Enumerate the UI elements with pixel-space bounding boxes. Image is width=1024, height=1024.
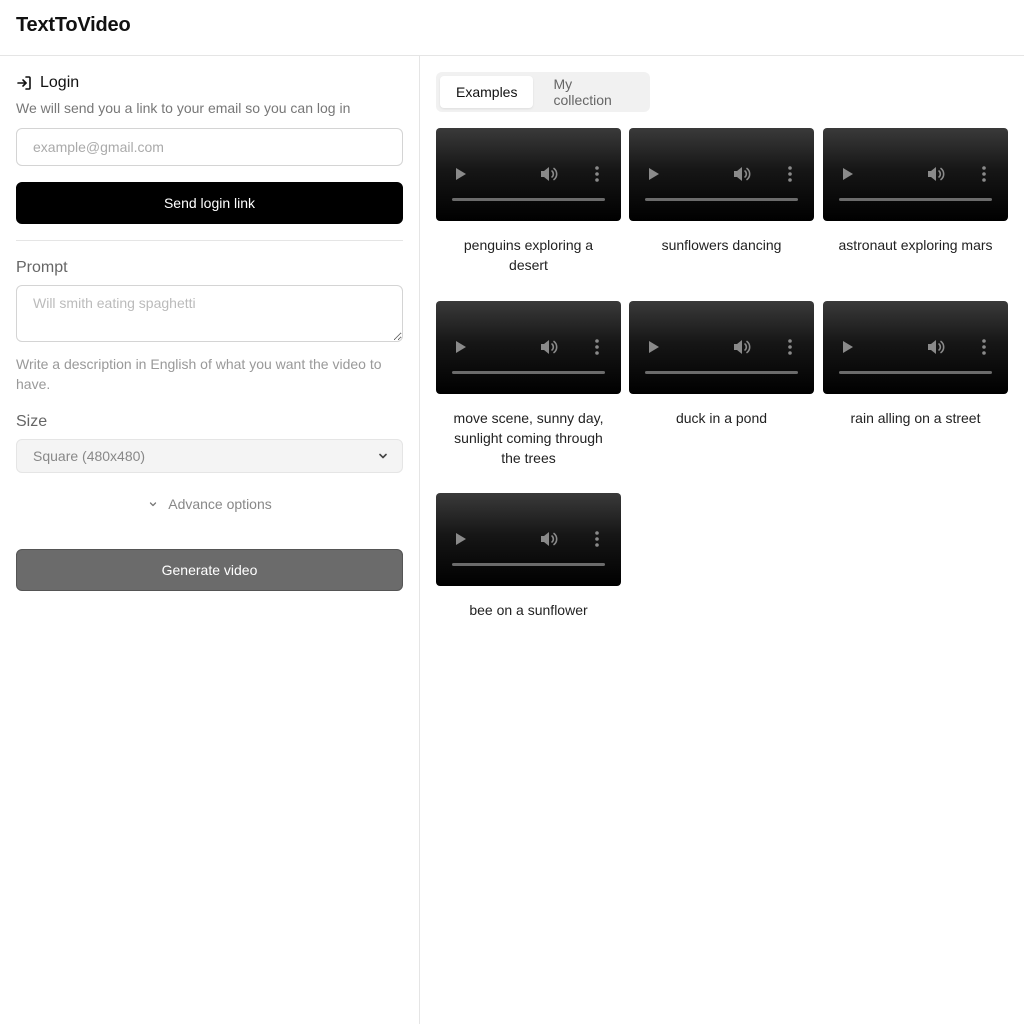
video-player[interactable] — [629, 128, 814, 221]
login-header: Login — [16, 74, 79, 92]
size-select[interactable]: Square (480x480) — [16, 439, 403, 473]
size-label: Size — [16, 413, 48, 430]
more-options-icon[interactable] — [787, 339, 793, 355]
video-progress-bar[interactable] — [839, 198, 992, 201]
more-options-icon[interactable] — [787, 166, 793, 182]
video-progress-bar[interactable] — [839, 371, 992, 374]
video-player[interactable] — [436, 493, 621, 586]
generate-video-button[interactable]: Generate video — [16, 549, 403, 591]
video-card: bee on a sunflower — [436, 493, 621, 620]
prompt-label: Prompt — [16, 259, 68, 276]
play-icon[interactable] — [456, 341, 466, 353]
more-options-icon[interactable] — [594, 531, 600, 547]
video-player[interactable] — [629, 301, 814, 394]
divider — [16, 240, 403, 241]
play-icon[interactable] — [649, 341, 659, 353]
video-caption: bee on a sunflower — [469, 602, 588, 618]
video-caption: penguins exploring a desert — [463, 237, 594, 273]
video-progress-bar[interactable] — [452, 371, 605, 374]
play-icon[interactable] — [649, 168, 659, 180]
video-progress-bar[interactable] — [452, 198, 605, 201]
volume-icon[interactable] — [927, 166, 945, 182]
video-player[interactable] — [823, 301, 1008, 394]
video-card: astronaut exploring mars — [823, 128, 1008, 255]
video-caption: sunflowers dancing — [661, 237, 782, 253]
volume-icon[interactable] — [733, 166, 751, 182]
video-progress-bar[interactable] — [452, 563, 605, 566]
size-selected-value: Square (480x480) — [33, 448, 146, 464]
send-login-link-button[interactable]: Send login link — [16, 182, 403, 224]
more-options-icon[interactable] — [981, 339, 987, 355]
volume-icon[interactable] — [540, 339, 558, 355]
video-card: duck in a pond — [629, 301, 814, 428]
login-icon — [16, 75, 32, 91]
video-caption: rain alling on a street — [850, 410, 981, 426]
video-caption: duck in a pond — [675, 410, 768, 426]
app-title[interactable]: TextToVideo — [16, 14, 131, 37]
video-caption: astronaut exploring mars — [838, 237, 993, 253]
more-options-icon[interactable] — [594, 339, 600, 355]
advance-options-label: Advance options — [168, 496, 272, 512]
sidebar: Login We will send you a link to your em… — [0, 56, 420, 1024]
video-caption: move scene, sunny day, sunlight coming t… — [453, 410, 604, 466]
tab-examples[interactable]: Examples — [440, 76, 534, 108]
video-card: rain alling on a street — [823, 301, 1008, 428]
video-player[interactable] — [823, 128, 1008, 221]
video-player[interactable] — [436, 301, 621, 394]
volume-icon[interactable] — [733, 339, 751, 355]
top-bar: TextToVideo — [0, 0, 1024, 56]
video-card: sunflowers dancing — [629, 128, 814, 255]
chevron-down-icon — [150, 502, 157, 507]
more-options-icon[interactable] — [594, 166, 600, 182]
volume-icon[interactable] — [540, 166, 558, 182]
tab-bar: Examples My collection — [436, 72, 650, 112]
video-player[interactable] — [436, 128, 621, 221]
play-icon[interactable] — [843, 341, 853, 353]
video-card: penguins exploring a desert — [436, 128, 621, 275]
video-progress-bar[interactable] — [645, 371, 798, 374]
play-icon[interactable] — [843, 168, 853, 180]
video-progress-bar[interactable] — [645, 198, 798, 201]
play-icon[interactable] — [456, 168, 466, 180]
tab-my-collection[interactable]: My collection — [537, 76, 646, 108]
advance-options-toggle[interactable]: Advance options — [0, 496, 420, 512]
login-title: Login — [40, 74, 80, 91]
play-icon[interactable] — [456, 533, 466, 545]
chevron-down-icon — [379, 453, 387, 459]
more-options-icon[interactable] — [981, 166, 987, 182]
prompt-input[interactable] — [16, 285, 403, 342]
login-description: We will send you a link to your email so… — [16, 100, 351, 116]
email-input[interactable] — [16, 128, 403, 166]
video-card: move scene, sunny day, sunlight coming t… — [436, 301, 621, 468]
volume-icon[interactable] — [540, 531, 558, 547]
prompt-help-text: Write a description in English of what y… — [16, 356, 382, 392]
volume-icon[interactable] — [927, 339, 945, 355]
